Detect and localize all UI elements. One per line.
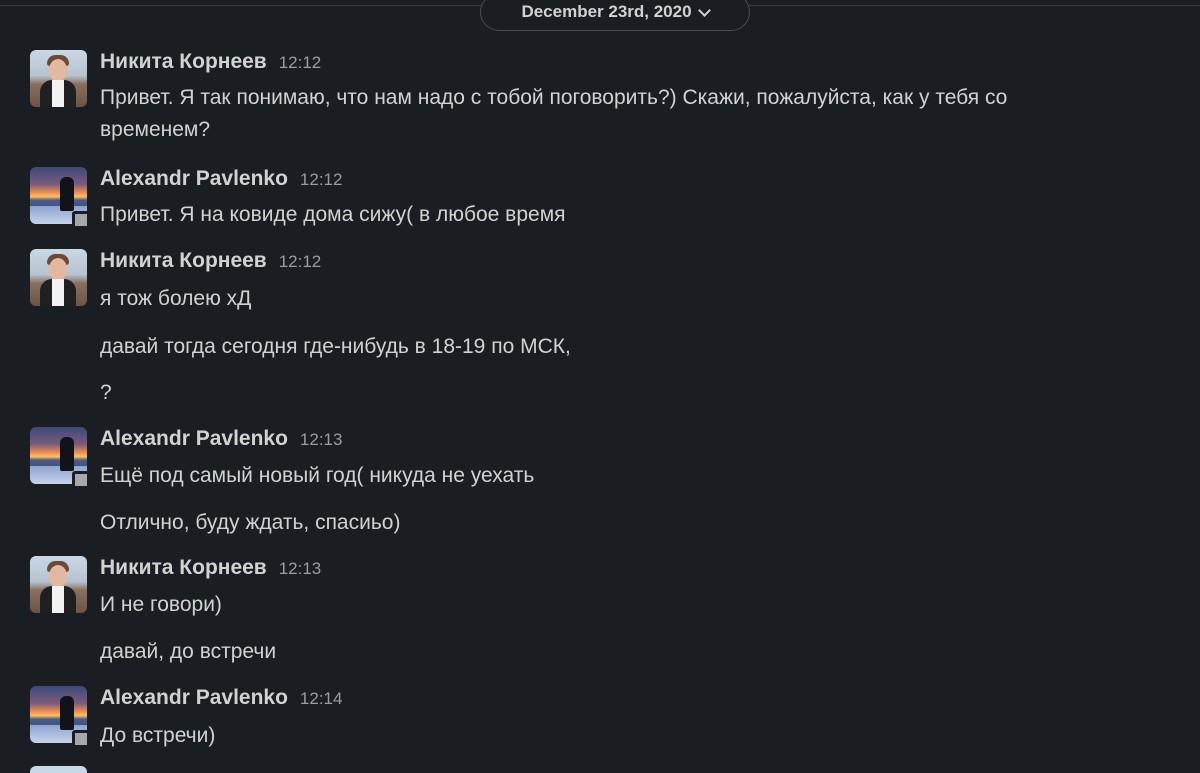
message-text: Ещё под самый новый год( никуда не уехат…: [100, 464, 535, 487]
presence-status-icon: [72, 730, 90, 748]
avatar-person: [60, 696, 74, 730]
avatar-shirt: [52, 586, 64, 613]
avatar[interactable]: [30, 50, 87, 107]
message-text: временем?: [100, 118, 211, 141]
avatar-face: [49, 258, 67, 280]
message-timestamp[interactable]: 12:12: [279, 252, 322, 272]
author-name[interactable]: Alexandr Pavlenko: [100, 686, 288, 710]
presence-status-icon: [72, 211, 90, 229]
message-timestamp[interactable]: 12:14: [300, 689, 343, 709]
date-divider: December 23rd, 2020: [0, 0, 1200, 31]
message-header: Никита Корнеев 12:12: [100, 249, 321, 275]
message-timestamp[interactable]: 12:13: [300, 430, 343, 450]
message-text: И не говори): [100, 593, 222, 616]
message-text: давай тогда сегодня где-нибудь в 18-19 п…: [100, 335, 571, 358]
avatar-shirt: [52, 279, 64, 306]
presence-status-icon: [72, 471, 90, 489]
avatar-person: [60, 437, 74, 471]
author-name[interactable]: Alexandr Pavlenko: [100, 427, 288, 451]
message-timestamp[interactable]: 12:12: [300, 170, 343, 190]
message-text: Привет. Я так понимаю, что нам надо с то…: [100, 86, 1008, 109]
avatar-face: [49, 565, 67, 587]
message-header: Никита Корнеев 12:13: [100, 556, 321, 582]
chat-window: December 23rd, 2020 Никита Корнеев 12:12…: [0, 0, 1200, 773]
author-name[interactable]: Alexandr Pavlenko: [100, 167, 288, 191]
message-text: давай, до встречи: [100, 640, 277, 663]
date-divider-label: December 23rd, 2020: [521, 2, 692, 21]
avatar[interactable]: [30, 556, 87, 613]
message-header: Alexandr Pavlenko 12:14: [100, 686, 342, 712]
message-header: Alexandr Pavlenko 12:12: [100, 167, 342, 193]
avatar-shirt: [52, 80, 64, 107]
message-timestamp[interactable]: 12:13: [279, 559, 322, 579]
date-divider-button[interactable]: December 23rd, 2020: [480, 0, 750, 31]
author-name[interactable]: Никита Корнеев: [100, 50, 267, 74]
message-text: Отлично, буду ждать, спасиьо): [100, 511, 401, 534]
message-text: я тож болею хД: [100, 287, 252, 310]
avatar[interactable]: [30, 249, 87, 306]
avatar-face: [49, 59, 67, 81]
chevron-down-icon: [697, 3, 711, 17]
author-name[interactable]: Никита Корнеев: [100, 249, 267, 273]
avatar-person: [60, 177, 74, 211]
message-text: ?: [100, 381, 112, 404]
message-header: Alexandr Pavlenko 12:13: [100, 427, 342, 453]
author-name[interactable]: Никита Корнеев: [100, 556, 267, 580]
message-text: Привет. Я на ковиде дома сижу( в любое в…: [100, 203, 566, 226]
avatar[interactable]: [30, 766, 87, 773]
message-text: До встречи): [100, 724, 216, 747]
message-header: Никита Корнеев 12:12: [100, 50, 321, 76]
message-timestamp[interactable]: 12:12: [279, 53, 322, 73]
